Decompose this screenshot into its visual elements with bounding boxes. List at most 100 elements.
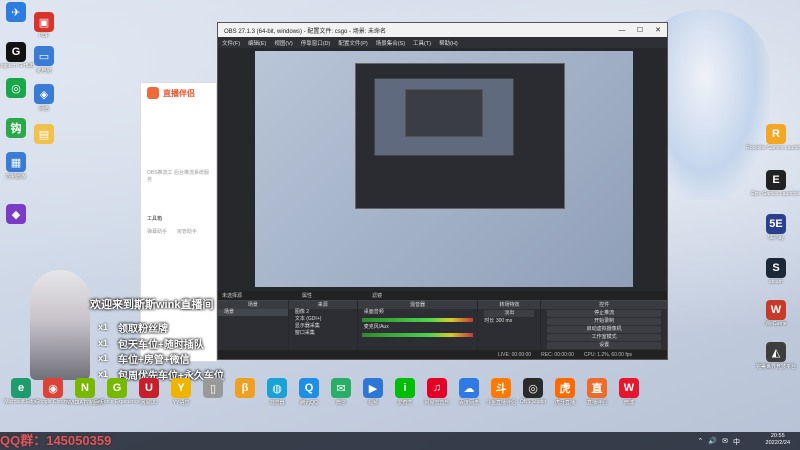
shortcut-label: 控制面板 — [5, 174, 26, 180]
browser-shortcut[interactable]: ◍ 浏览器 — [260, 378, 294, 406]
app-yellow-shortcut[interactable]: ◎ — [2, 78, 30, 99]
room-manager-tool[interactable]: 房管助手 — [177, 228, 197, 235]
beta-shortcut[interactable]: β — [228, 378, 262, 399]
computer-icon: ▭ — [34, 46, 54, 66]
wechat-shortcut[interactable]: ✉ 微信 — [324, 378, 358, 406]
edge-shortcut[interactable]: e Microsoft Edge — [4, 378, 38, 405]
iqiyi-icon: i — [395, 378, 415, 398]
minimize-button[interactable]: — — [613, 27, 631, 34]
virtual-camera-button[interactable]: 启动虚拟摄像机 — [547, 326, 661, 333]
filters-tab[interactable]: 滤镜 — [372, 292, 382, 299]
notification-icon[interactable]: ✉ — [722, 437, 728, 447]
5e-shortcut[interactable]: 5E 5EPlay — [762, 214, 790, 241]
menu-view[interactable]: 视图(V) — [274, 39, 292, 47]
obs-shortcut[interactable]: ◎ OBS Studio — [516, 378, 550, 405]
yy-icon: Y — [171, 378, 191, 398]
app-yellow-icon: ◎ — [6, 78, 26, 98]
iqiyi-shortcut[interactable]: i 爱奇艺 — [388, 378, 422, 406]
obs-preview[interactable] — [255, 51, 633, 287]
computer-shortcut[interactable]: ▭ 此电脑 — [30, 46, 58, 74]
duration-value[interactable]: 300 ms — [496, 318, 512, 324]
steam-shortcut[interactable]: Ssteam — [762, 258, 790, 285]
bird-app-shortcut[interactable]: ✈ — [2, 2, 30, 23]
video-shortcut[interactable]: ▶ 视频 — [356, 378, 390, 406]
chrome-shortcut[interactable]: ◉ Google Chrome — [35, 378, 71, 405]
qq-shortcut[interactable]: Q 腾讯QQ — [292, 378, 326, 406]
pdf-shortcut[interactable]: ▣ PDF — [30, 12, 58, 39]
baidu-shortcut[interactable]: ☁ 百度网盘 — [452, 378, 486, 406]
bird-app-icon: ✈ — [6, 2, 26, 22]
menu-file[interactable]: 文件(F) — [222, 39, 240, 47]
network-shortcut[interactable]: ◈ 网络 — [30, 84, 58, 112]
shortcut-label: 斗鱼直播伴侣 — [485, 400, 516, 406]
logitech-shortcut[interactable]: G Logitech G HUB — [0, 42, 34, 69]
clock-date: 2022/2/24 — [765, 440, 790, 446]
transition-select[interactable]: 淡出 — [484, 310, 535, 317]
tool-icon: ▯ — [203, 378, 223, 398]
uu-icon: U — [139, 378, 159, 398]
audio-meter — [361, 318, 474, 322]
source-item[interactable]: 图像 2 — [289, 309, 357, 316]
wegame-shortcut[interactable]: W WeGame — [762, 300, 790, 327]
menu-help[interactable]: 帮助(H) — [439, 39, 458, 47]
properties-tab[interactable]: 属性 — [302, 292, 312, 299]
danmu-tool[interactable]: 弹幕助手 — [147, 228, 167, 235]
folder-icon: ▤ — [34, 124, 54, 144]
douyu-shortcut[interactable]: 斗斗鱼直播伴侣 — [484, 378, 518, 406]
volume-icon[interactable]: 🔊 — [708, 437, 717, 447]
live-helper-brand: 直播伴侣 — [141, 83, 216, 103]
network-icon: ◈ — [34, 84, 54, 104]
studio-mode-button[interactable]: 工作室模式 — [547, 334, 661, 341]
desktop-icons-bottom: e Microsoft Edge ◉ Google Chrome N NVIDIA 控制面… — [4, 378, 664, 414]
uu-shortcut[interactable]: U 网易UU — [132, 378, 166, 406]
live-helper-title: 直播伴侣 — [163, 88, 195, 98]
nested-obs-capture — [355, 63, 565, 209]
clock-time: 20:55 — [770, 433, 785, 439]
perk-item: 领取粉丝牌 — [118, 324, 168, 335]
menu-scene-collection[interactable]: 场景集合(S) — [376, 39, 405, 47]
start-recording-button[interactable]: 开始录制 — [547, 318, 661, 325]
menu-docks[interactable]: 停靠窗口(D) — [301, 39, 331, 47]
epic-shortcut[interactable]: E Epic Games Launcher — [751, 170, 800, 197]
perk-item: 包天车位+随时插队 — [118, 340, 204, 351]
huya-shortcut[interactable]: 虎虎牙直播 — [548, 378, 582, 406]
show-hidden-icons-icon[interactable]: ⌃ — [698, 437, 704, 447]
menu-profile[interactable]: 配置文件(P) — [338, 39, 367, 47]
5e-icon: 5E — [766, 214, 786, 234]
source-item[interactable]: 文本 (GDI+) — [289, 316, 357, 323]
shortcut-label: 微博 — [623, 400, 634, 406]
source-item[interactable]: 窗口采集 — [289, 330, 357, 337]
shortcut-label: 腾讯QQ — [300, 400, 318, 406]
settings-button[interactable]: 设置 — [547, 342, 661, 349]
clock[interactable]: 20:55 2022/2/24 — [766, 433, 790, 447]
sources-dock-title: 来源 — [288, 301, 357, 309]
yy-shortcut[interactable]: Y YY语音 — [164, 378, 198, 406]
tool-shortcut[interactable]: ▯ — [196, 378, 230, 399]
netease-music-shortcut[interactable]: ♫ 网易云音乐 — [420, 378, 454, 406]
shortcut-label: YY语音 — [172, 400, 190, 406]
rockstar-shortcut[interactable]: R Rockstar Games Launcher — [746, 124, 800, 151]
live-helper-placeholder: OBS推流工 后台推流系统服务 — [147, 170, 209, 183]
pubg-shortcut[interactable]: ◭ 完美世界竞技平台 — [756, 342, 796, 370]
menu-tools[interactable]: 工具(T) — [413, 39, 431, 47]
stop-streaming-button[interactable]: 停止推流 — [547, 310, 661, 317]
geforce-shortcut[interactable]: G GeForce Experience — [94, 378, 140, 405]
logitech-icon: G — [6, 42, 26, 62]
input-method-icon[interactable]: 中 — [733, 437, 740, 447]
control-panel-shortcut[interactable]: ▦ 控制面板 — [2, 152, 30, 180]
pubg-icon: ◭ — [766, 342, 786, 362]
close-button[interactable]: ✕ — [649, 26, 667, 34]
maximize-button[interactable]: ☐ — [631, 26, 649, 34]
live-helper-shortcut[interactable]: 直直播伴侣 — [580, 378, 614, 406]
source-item[interactable]: 显示器采集 — [289, 323, 357, 330]
shortcut-label: 虎牙直播 — [554, 400, 575, 406]
menu-edit[interactable]: 编辑(E) — [248, 39, 266, 47]
pdf-icon: ▣ — [34, 12, 54, 32]
shortcut-label: WeGame — [765, 321, 787, 327]
shortcut-label: 百度网盘 — [458, 400, 479, 406]
weibo-shortcut[interactable]: W 微博 — [612, 378, 646, 406]
folder-shortcut[interactable]: ▤ — [30, 124, 58, 145]
chrome-icon: ◉ — [43, 378, 63, 398]
game-shortcut[interactable]: ◆ — [2, 204, 30, 225]
green-app-shortcut[interactable]: 钩 — [2, 118, 30, 139]
